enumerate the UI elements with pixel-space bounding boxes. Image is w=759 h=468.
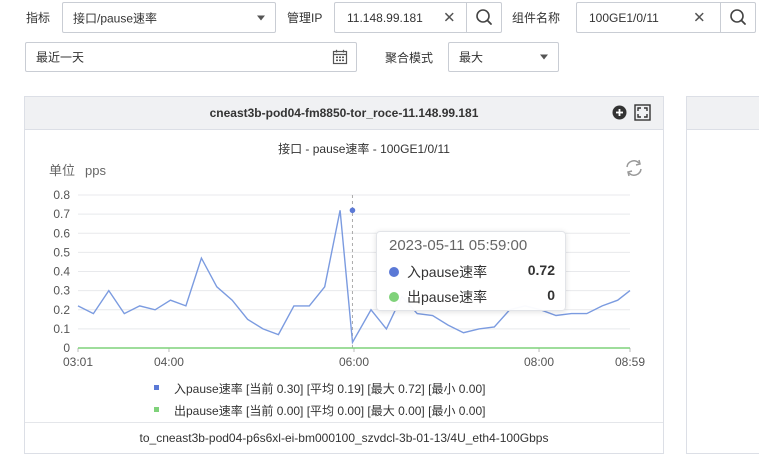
tooltip-series-name: 入pause速率	[407, 264, 488, 280]
tooltip-row: 入pause速率 0.72	[389, 262, 555, 282]
series-dot	[389, 292, 399, 302]
unit-value: pps	[85, 163, 106, 178]
y-tick-label: 0.3	[53, 284, 70, 298]
legend-marker	[154, 385, 159, 390]
tooltip-series-value: 0.72	[527, 262, 555, 278]
tooltip-series-name: 出pause速率	[407, 289, 488, 305]
highlight-point	[349, 207, 356, 214]
chart-title: 接口 - pause速率 - 100GE1/0/11	[278, 141, 450, 156]
chart-tooltip: 2023-05-11 05:59:00 入pause速率 0.72 出pause…	[376, 231, 566, 311]
y-tick-label: 0.2	[53, 303, 70, 317]
x-tick-label: 06:00	[339, 355, 369, 369]
chart-card-2-header	[687, 97, 759, 130]
tooltip-series-value: 0	[547, 287, 555, 303]
y-tick-label: 0.8	[53, 188, 70, 202]
legend-text: 入pause速率 [当前 0.30] [平均 0.19] [最大 0.72] […	[174, 382, 486, 396]
tooltip-time: 2023-05-11 05:59:00	[389, 237, 528, 254]
series-dot	[389, 267, 399, 277]
y-tick-label: 0.5	[53, 245, 70, 259]
y-tick-label: 0.4	[53, 265, 70, 279]
x-tick-label: 04:00	[154, 355, 184, 369]
y-tick-label: 0	[63, 341, 70, 355]
x-tick-label: 03:01	[63, 355, 93, 369]
legend-marker	[154, 407, 159, 412]
chart-card-2	[686, 96, 759, 454]
x-tick-label: 08:59	[615, 355, 645, 369]
tooltip-row: 出pause速率 0	[389, 287, 555, 307]
x-tick-label: 08:00	[524, 355, 554, 369]
unit-label: 单位	[49, 163, 75, 178]
chart-card: cneast3b-pod04-fm8850-tor_roce-11.148.99…	[24, 96, 664, 454]
y-tick-label: 0.6	[53, 226, 70, 240]
legend-text: 出pause速率 [当前 0.00] [平均 0.00] [最大 0.00] […	[174, 404, 486, 418]
link-description: to_cneast3b-pod04-p6s6xl-ei-bm000100_szv…	[139, 431, 549, 445]
refresh-icon[interactable]	[626, 159, 642, 177]
y-tick-label: 0.1	[53, 322, 70, 336]
chart-card-footer: to_cneast3b-pod04-p6s6xl-ei-bm000100_szv…	[25, 422, 663, 453]
y-tick-label: 0.7	[53, 207, 70, 221]
